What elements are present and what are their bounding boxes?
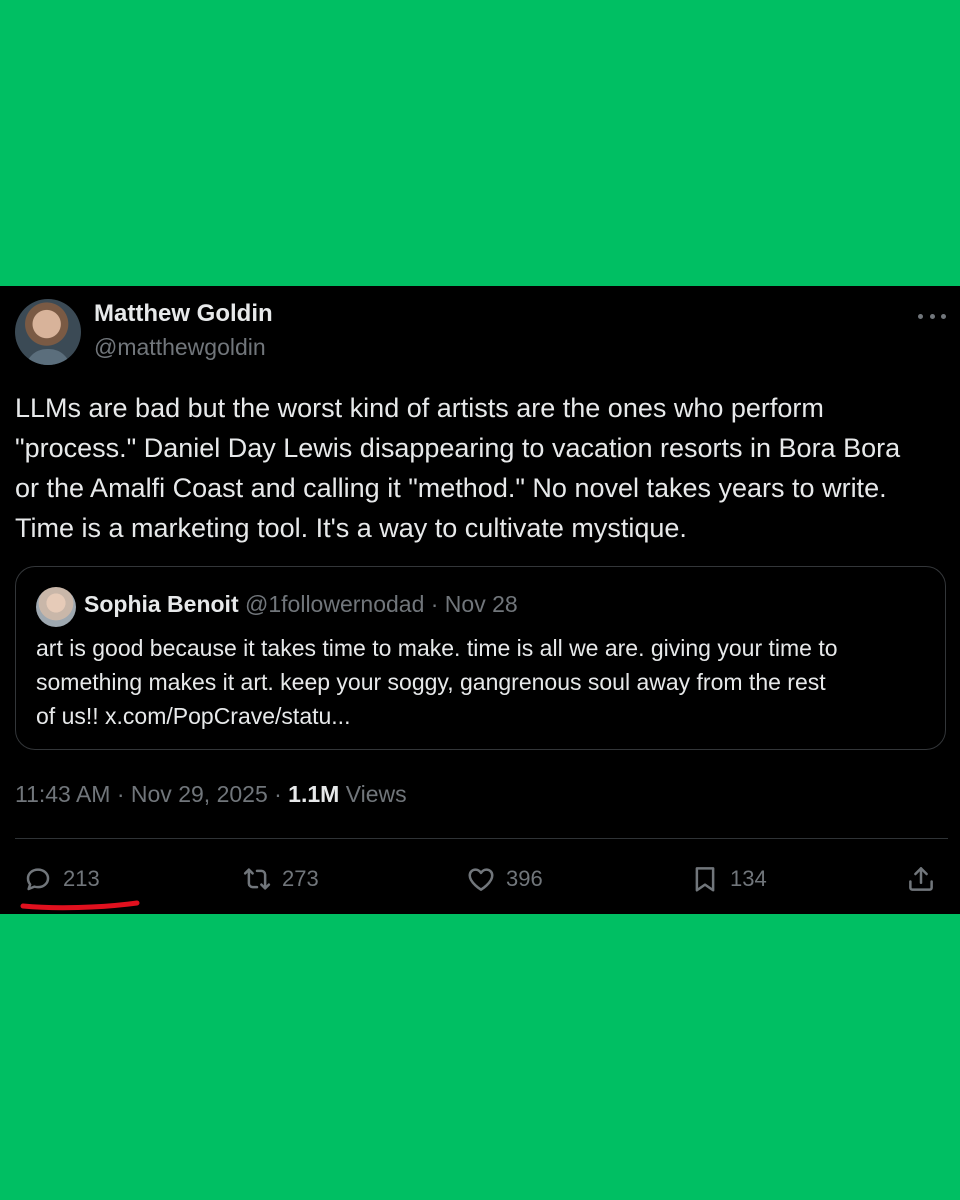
- like-count: 396: [506, 866, 543, 891]
- author-display-name[interactable]: Matthew Goldin: [94, 300, 273, 328]
- quote-author-avatar: [36, 587, 76, 627]
- red-underline-annotation: [20, 900, 140, 911]
- more-icon[interactable]: [918, 306, 946, 326]
- more-dot: [941, 313, 946, 319]
- bookmark-count: 134: [730, 866, 767, 891]
- bookmark-button[interactable]: 134: [690, 859, 767, 899]
- reply-icon: [26, 868, 50, 891]
- views-label: Views: [339, 781, 407, 807]
- more-dot: [918, 313, 923, 319]
- quote-text: art is good because it takes time to mak…: [36, 635, 838, 729]
- quote-tweet-card[interactable]: Sophia Benoit @1followernodad · Nov 28 a…: [15, 566, 946, 750]
- divider: [15, 838, 948, 839]
- bookmark-icon: [695, 867, 715, 892]
- retweet-button[interactable]: 273: [242, 859, 319, 899]
- tweet-text: LLMs are bad but the worst kind of artis…: [15, 393, 901, 543]
- like-button[interactable]: 396: [466, 859, 543, 899]
- quote-author-meta: @1followernodad · Nov 28: [245, 591, 518, 617]
- retweet-icon: [243, 868, 271, 890]
- author-handle[interactable]: @matthewgoldin: [94, 334, 266, 361]
- reply-button[interactable]: 213: [23, 859, 100, 899]
- share-icon: [909, 867, 933, 891]
- heart-icon: [468, 868, 494, 891]
- timestamp-row: 11:43 AM · Nov 29, 2025 · 1.1M Views: [15, 781, 407, 808]
- quote-header: Sophia Benoit @1followernodad · Nov 28: [84, 591, 518, 618]
- retweet-count: 273: [282, 866, 319, 891]
- share-button[interactable]: [906, 859, 936, 899]
- more-dot: [929, 313, 935, 319]
- tweet-card: Matthew Goldin @matthewgoldin LLMs are b…: [0, 286, 960, 914]
- timestamp[interactable]: 11:43 AM · Nov 29, 2025 ·: [15, 781, 288, 807]
- action-bar: 213 273 396 134: [0, 859, 960, 899]
- views-count: 1.1M: [288, 781, 340, 807]
- quote-author-name: Sophia Benoit: [84, 591, 239, 617]
- avatar-shirt: [25, 349, 71, 365]
- reply-count: 213: [63, 866, 100, 891]
- author-avatar[interactable]: [15, 299, 81, 365]
